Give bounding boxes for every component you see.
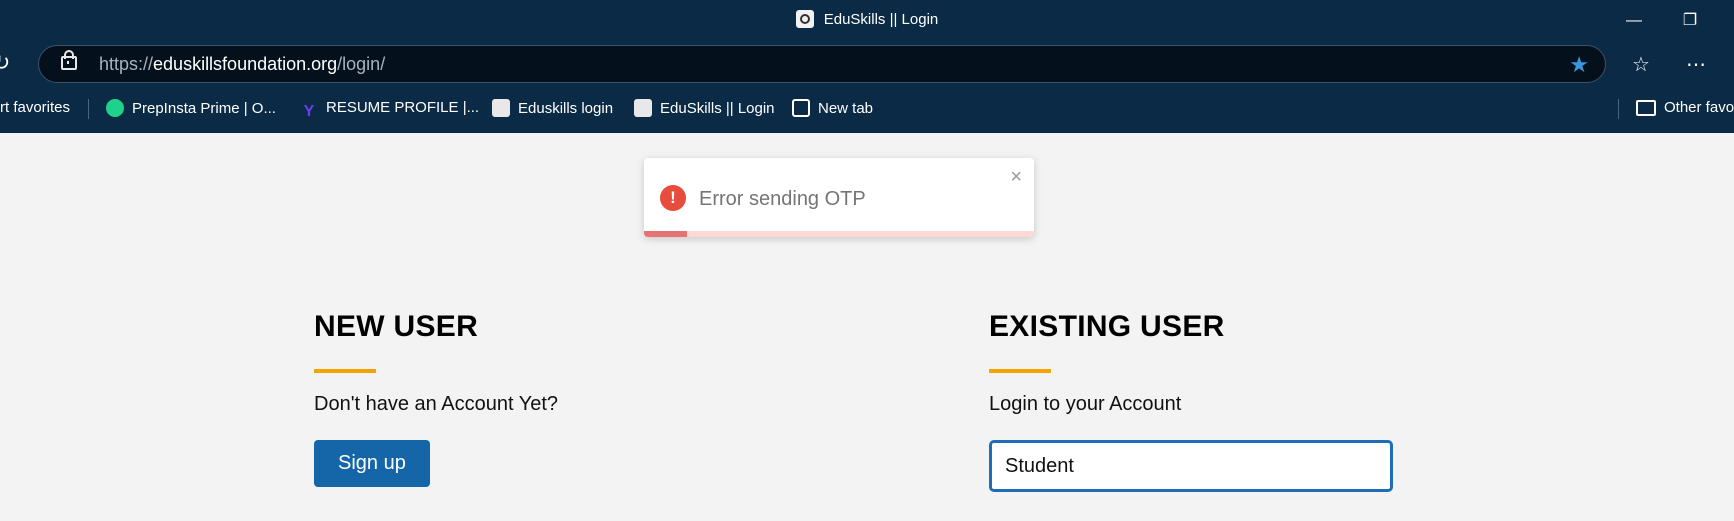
bookmark-prepinsta[interactable]: PrepInsta Prime | O... [106, 99, 276, 117]
bookmark-eduskills-login[interactable]: Eduskills login [492, 99, 613, 117]
eduskills-icon [492, 99, 510, 117]
bookmark-separator [88, 99, 89, 119]
url-host: eduskillsfoundation.org [153, 54, 338, 74]
more-menu-icon[interactable]: ⋯ [1686, 52, 1706, 77]
window-title-text: EduSkills || Login [823, 11, 939, 28]
existing-user-heading: EXISTING USER [989, 310, 1225, 343]
eduskills-icon [634, 99, 652, 117]
address-row: ↻ https://eduskillsfoundation.org/login/… [0, 44, 1734, 86]
bookmark-eduskills-login-2[interactable]: EduSkills || Login [634, 99, 775, 117]
new-user-heading: NEW USER [314, 310, 479, 343]
bookmark-new-tab[interactable]: New tab [792, 99, 873, 117]
sign-up-button[interactable]: Sign up [314, 440, 430, 487]
folder-icon [1636, 100, 1656, 116]
heading-underline [314, 369, 376, 373]
lock-icon[interactable] [61, 50, 77, 70]
bookmarks-bar: rt favorites PrepInsta Prime | O... Y RES… [0, 92, 1734, 128]
bookmark-label: PrepInsta Prime | O... [132, 100, 276, 117]
favorite-star-icon[interactable]: ★ [1569, 52, 1589, 78]
refresh-icon[interactable]: ↻ [0, 50, 10, 76]
existing-user-section: EXISTING USER Login to your Account Stud… [989, 310, 1393, 492]
bookmark-favorites[interactable]: rt favorites [0, 99, 70, 116]
bookmark-resume-profile[interactable]: Y RESUME PROFILE |... [300, 99, 479, 121]
bookmark-label: RESUME PROFILE |... [326, 99, 480, 116]
site-favicon-icon [795, 10, 814, 28]
restore-button[interactable]: ❐ [1670, 8, 1710, 34]
resume-profile-icon: Y [303, 103, 315, 120]
window-title: EduSkills || Login [0, 10, 1734, 28]
new-tab-icon [792, 99, 810, 117]
bookmark-label: Eduskills login [518, 100, 614, 117]
close-icon[interactable]: × [1010, 166, 1022, 189]
url-text[interactable]: https://eduskillsfoundation.org/login/ [99, 54, 385, 75]
address-bar[interactable]: https://eduskillsfoundation.org/login/ ★ [38, 45, 1606, 83]
bookmark-label: EduSkills || Login [660, 100, 775, 117]
error-icon: ! [660, 185, 686, 211]
url-path: /login/ [337, 54, 386, 74]
favorites-icon[interactable]: ☆ [1632, 52, 1650, 77]
heading-underline [989, 369, 1051, 373]
browser-chrome: EduSkills || Login — ❐ ↻ https://eduskil… [0, 0, 1734, 133]
new-user-subtitle: Don't have an Account Yet? [314, 393, 559, 415]
title-bar: EduSkills || Login — ❐ [0, 0, 1734, 42]
toast-progress-track [644, 231, 1034, 237]
error-toast: ! Error sending OTP × [644, 158, 1034, 237]
toast-progress-fill [644, 231, 687, 237]
bookmark-label: Other favo [1664, 99, 1734, 116]
user-role-select[interactable]: Student [989, 440, 1393, 492]
toast-message: Error sending OTP [699, 188, 866, 210]
minimize-button[interactable]: — [1614, 8, 1654, 34]
bookmark-separator [1618, 99, 1619, 119]
new-user-section: NEW USER Don't have an Account Yet? Sign… [314, 310, 558, 487]
bookmark-other-favorites[interactable]: Other favo [1636, 99, 1734, 116]
bookmark-label: New tab [818, 100, 874, 117]
url-scheme: https:// [99, 54, 154, 74]
prepinsta-icon [106, 99, 124, 117]
existing-user-subtitle: Login to your Account [989, 393, 1182, 415]
